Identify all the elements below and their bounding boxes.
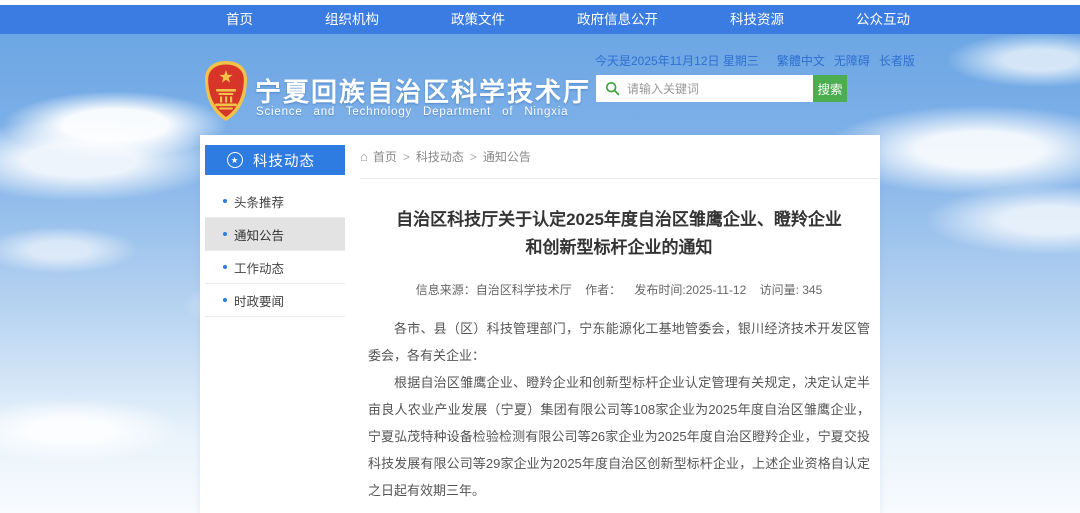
article-paragraph: 根据自治区雏鹰企业、瞪羚企业和创新型标杆企业认定管理有关规定，决定认定半亩良人农… xyxy=(368,369,870,504)
site-subtitle: Science and Technology Department of Nin… xyxy=(256,106,568,118)
sidebar: ★ 科技动态 头条推荐 通知公告 工作动态 时政要闻 xyxy=(205,145,345,317)
search-icon xyxy=(605,81,620,96)
article-title-line2: 和创新型标杆企业的通知 xyxy=(360,234,878,262)
content-panel: ★ 科技动态 头条推荐 通知公告 工作动态 时政要闻 xyxy=(200,135,880,513)
bullet-icon xyxy=(223,298,227,302)
meta-author: 作者： xyxy=(585,283,621,297)
nav-public-interaction[interactable]: 公众互动 xyxy=(820,5,946,34)
traditional-chinese-link[interactable]: 繁體中文 xyxy=(777,52,825,69)
breadcrumb-separator: > xyxy=(403,150,410,164)
breadcrumb-separator: > xyxy=(470,150,477,164)
search-input[interactable] xyxy=(627,76,813,101)
meta-publish-time: 发布时间:2025-11-12 xyxy=(634,283,746,297)
nav-organization[interactable]: 组织机构 xyxy=(289,5,415,34)
search-button[interactable]: 搜索 xyxy=(813,75,847,102)
sidebar-menu: 头条推荐 通知公告 工作动态 时政要闻 xyxy=(205,185,345,317)
sidebar-item-work-updates[interactable]: 工作动态 xyxy=(205,251,345,284)
article-meta: 信息来源：自治区科学技术厅 作者： 发布时间:2025-11-12 访问量: 3… xyxy=(360,281,878,298)
page-background: 首页 组织机构 政策文件 政府信息公开 科技资源 公众互动 宁夏回族自治区科学技… xyxy=(0,0,1080,513)
sidebar-item-label: 头条推荐 xyxy=(234,192,284,211)
elderly-version-link[interactable]: 长者版 xyxy=(879,52,915,69)
sidebar-header: ★ 科技动态 xyxy=(205,145,345,175)
article-title: 自治区科技厅关于认定2025年度自治区雏鹰企业、瞪羚企业 和创新型标杆企业的通知 xyxy=(360,206,878,262)
header-utility-bar: 今天是2025年11月12日 星期三 繁體中文 无障碍 长者版 xyxy=(595,52,875,69)
bullet-icon xyxy=(223,232,227,236)
sidebar-item-notices[interactable]: 通知公告 xyxy=(205,218,345,251)
national-emblem-logo xyxy=(204,60,248,122)
nav-home[interactable]: 首页 xyxy=(190,5,289,34)
sidebar-item-label: 时政要闻 xyxy=(234,291,284,310)
sidebar-item-current-politics[interactable]: 时政要闻 xyxy=(205,284,345,317)
dynamics-star-icon: ★ xyxy=(227,152,243,168)
sidebar-item-label: 工作动态 xyxy=(234,258,284,277)
bullet-icon xyxy=(223,265,227,269)
breadcrumb: ⌂ 首页 > 科技动态 > 通知公告 xyxy=(360,148,878,179)
sidebar-item-label: 通知公告 xyxy=(234,225,284,244)
article-paragraph: 各市、县（区）科技管理部门，宁东能源化工基地管委会，银川经济技术开发区管委会，各… xyxy=(368,315,870,369)
meta-views: 访问量: 345 xyxy=(760,283,823,297)
nav-tech-resources[interactable]: 科技资源 xyxy=(694,5,820,34)
current-date: 今天是2025年11月12日 星期三 xyxy=(595,52,759,69)
nav-gov-info-disclosure[interactable]: 政府信息公开 xyxy=(541,5,694,34)
article-title-line1: 自治区科技厅关于认定2025年度自治区雏鹰企业、瞪羚企业 xyxy=(360,206,878,234)
home-icon: ⌂ xyxy=(360,149,368,164)
nav-policy-documents[interactable]: 政策文件 xyxy=(415,5,541,34)
article-column: ⌂ 首页 > 科技动态 > 通知公告 自治区科技厅关于认定2025年度自治区雏鹰… xyxy=(360,148,878,513)
breadcrumb-tech-dynamics[interactable]: 科技动态 xyxy=(416,148,464,165)
breadcrumb-notices[interactable]: 通知公告 xyxy=(483,148,531,165)
bullet-icon xyxy=(223,199,227,203)
meta-source: 信息来源：自治区科学技术厅 xyxy=(416,283,572,297)
search-bar: 搜索 xyxy=(596,75,847,102)
article-body: 各市、县（区）科技管理部门，宁东能源化工基地管委会，银川经济技术开发区管委会，各… xyxy=(368,315,870,504)
sidebar-title: 科技动态 xyxy=(253,150,315,171)
accessibility-link[interactable]: 无障碍 xyxy=(834,52,870,69)
top-nav: 首页 组织机构 政策文件 政府信息公开 科技资源 公众互动 xyxy=(0,5,1080,34)
breadcrumb-home[interactable]: 首页 xyxy=(373,148,397,165)
sidebar-item-headlines[interactable]: 头条推荐 xyxy=(205,185,345,218)
site-title: 宁夏回族自治区科学技术厅 xyxy=(255,72,591,109)
